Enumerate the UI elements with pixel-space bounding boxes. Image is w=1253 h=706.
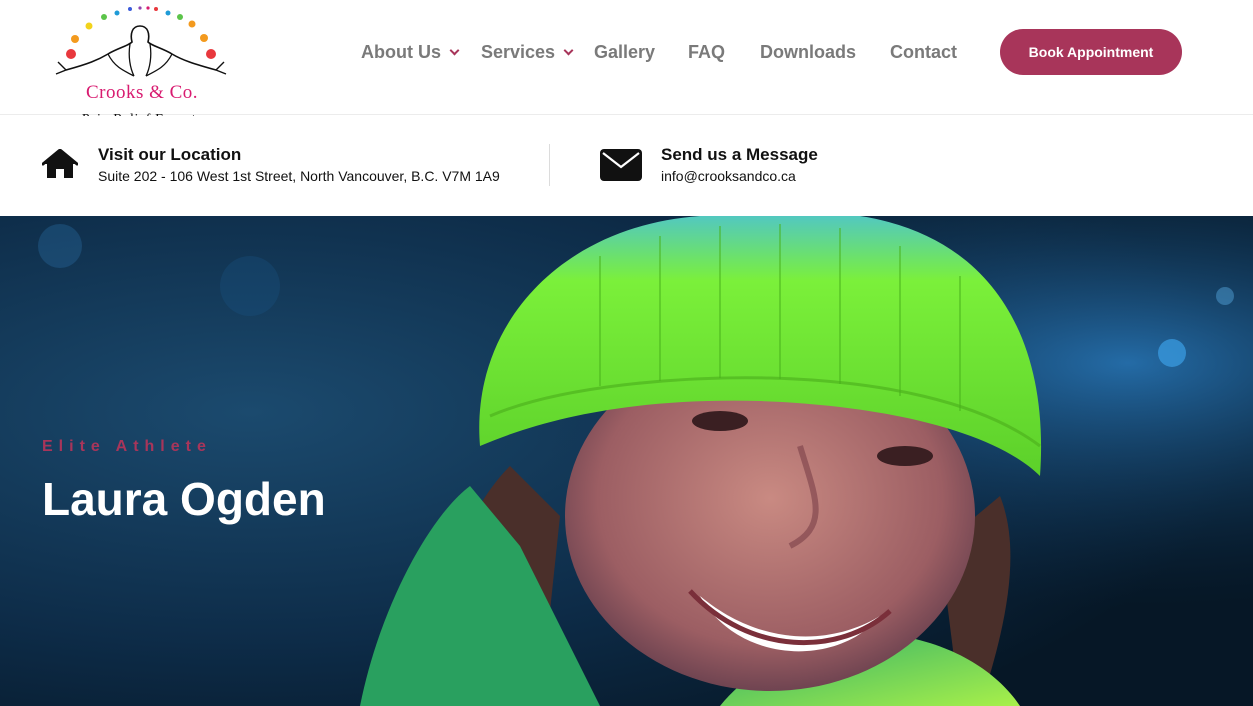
site-header: Crooks & Co. Pain Relief Experts About U… (0, 0, 1253, 127)
brand-logo[interactable]: Crooks & Co. Pain Relief Experts (44, 4, 240, 128)
hero-title: Laura Ogden (42, 473, 326, 525)
nav-label: FAQ (688, 42, 726, 62)
location-address: Suite 202 - 106 West 1st Street, North V… (98, 168, 500, 184)
home-icon (42, 149, 78, 178)
nav-gallery[interactable]: Gallery (594, 42, 655, 63)
chevron-down-icon (563, 45, 574, 56)
nav-about-us[interactable]: About Us (361, 42, 460, 63)
hero-eyebrow: Elite Athlete (42, 438, 212, 455)
location-info: Visit our Location Suite 202 - 106 West … (0, 116, 540, 216)
nav-faq[interactable]: FAQ (688, 42, 725, 63)
message-email[interactable]: info@crooksandco.ca (661, 168, 796, 184)
book-appointment-button[interactable]: Book Appointment (1000, 29, 1182, 75)
nav-label: Gallery (594, 42, 656, 62)
nav-label: Services (481, 42, 556, 62)
location-title: Visit our Location (98, 145, 242, 164)
envelope-icon (600, 149, 642, 181)
nav-label: Contact (890, 42, 957, 62)
chevron-down-icon (449, 45, 460, 56)
hero-banner: Elite Athlete Laura Ogden (0, 216, 1253, 706)
nav-label: Downloads (760, 42, 857, 62)
nav-label: About Us (361, 42, 441, 62)
nav-services[interactable]: Services (481, 42, 574, 63)
logo-figure-icon (55, 6, 227, 77)
message-title: Send us a Message (661, 145, 818, 164)
info-divider (549, 144, 550, 186)
brand-name: Crooks & Co. (85, 82, 199, 103)
nav-contact[interactable]: Contact (890, 42, 957, 63)
nav-downloads[interactable]: Downloads (760, 42, 856, 63)
contact-info-bar: Visit our Location Suite 202 - 106 West … (0, 116, 1253, 216)
message-info: Send us a Message info@crooksandco.ca (560, 116, 960, 216)
hero-athlete-image (0, 216, 1253, 706)
